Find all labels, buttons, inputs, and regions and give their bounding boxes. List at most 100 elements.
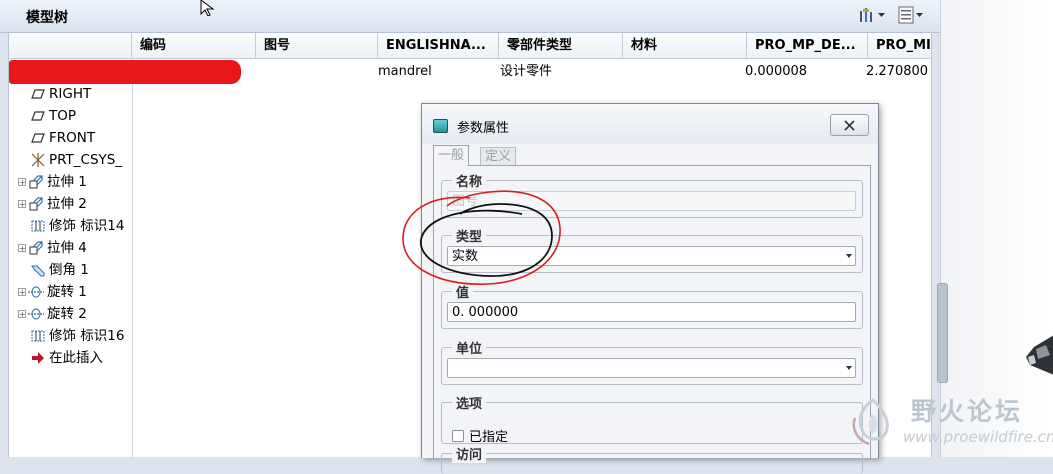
group-label-value: 值: [452, 282, 474, 301]
revolve-icon: [28, 284, 44, 300]
tab-general[interactable]: 一般: [433, 145, 470, 166]
name-field: 图号: [447, 191, 856, 211]
tree-item-right[interactable]: RIGHT: [9, 83, 134, 105]
group-label-unit: 单位: [452, 338, 487, 357]
insert-arrow-icon: [30, 350, 46, 366]
tree-item-csys[interactable]: PRT_CSYS_: [9, 149, 134, 171]
tree-item-label: 旋转 2: [47, 306, 87, 322]
checkbox-label: 已指定: [469, 430, 509, 445]
column-header-englishname[interactable]: ENGLISHNA...: [378, 33, 499, 58]
tree-item-label: TOP: [49, 108, 77, 124]
tree-item-revolve-1[interactable]: + 旋转 1: [9, 281, 134, 303]
dropdown-arrow-icon: [846, 366, 852, 370]
graphics-window-edge: [940, 0, 1053, 457]
expand-icon[interactable]: +: [18, 178, 26, 187]
tree-item-cosmetic-16[interactable]: 修饰 标识16: [9, 325, 134, 347]
dropdown-arrow-icon: [846, 254, 852, 258]
chamfer-icon: [30, 262, 46, 278]
tree-item-label: 拉伸 1: [47, 174, 87, 190]
tab-definition[interactable]: 定义: [480, 147, 517, 166]
mouse-cursor-icon: [200, 0, 215, 16]
expand-icon[interactable]: +: [18, 310, 26, 319]
extrude-icon: [28, 240, 44, 256]
redaction-mark: [9, 60, 241, 84]
dialog-title: 参数属性: [457, 121, 510, 136]
group-value: 值 0. 000000: [441, 282, 863, 329]
tree-settings-button[interactable]: [858, 6, 885, 24]
tools-icon: [860, 8, 872, 22]
group-name: 名称 图号: [441, 171, 863, 218]
watermark-text: 野火论坛: [911, 397, 1024, 426]
tree-item-label: RIGHT: [49, 86, 92, 102]
tree-item-insert-here[interactable]: 在此插入: [9, 347, 134, 369]
column-header-code[interactable]: 编码: [132, 33, 256, 58]
tree-item-top[interactable]: TOP: [9, 105, 134, 127]
group-unit: 单位: [441, 338, 863, 385]
tree-item-label: 在此插入: [49, 350, 103, 366]
tree-item-revolve-2[interactable]: + 旋转 2: [9, 303, 134, 325]
group-options: 选项 已指定: [441, 393, 863, 445]
dialog-close-button[interactable]: [830, 114, 869, 136]
parameter-properties-dialog: 参数属性 一般 定义 名称 图号 类型 实数 值 0. 000000 单位 选项…: [421, 103, 879, 474]
group-label-access: 访问: [452, 444, 487, 463]
extrude-icon: [28, 174, 44, 190]
chevron-down-icon: [878, 12, 885, 17]
cosmetic-icon: [30, 328, 46, 344]
column-header-pro-mp-de[interactable]: PRO_MP_DE...: [747, 33, 868, 58]
column-header-row: 编码 图号 ENGLISHNA... 零部件类型 材料 PRO_MP_DE...…: [9, 33, 931, 59]
type-select-value: 实数: [452, 249, 479, 264]
tree-item-extrude-1[interactable]: + 拉伸 1: [9, 171, 134, 193]
tree-item-label: 旋转 1: [47, 284, 87, 300]
group-access: 访问: [441, 444, 863, 474]
datum-plane-icon: [30, 108, 46, 124]
column-header-material[interactable]: 材料: [623, 33, 747, 58]
show-menu-button[interactable]: [898, 6, 923, 24]
revolve-icon: [28, 306, 44, 322]
tree-item-label: 倒角 1: [49, 262, 89, 278]
list-icon: [898, 6, 914, 24]
tree-item-cosmetic-14[interactable]: 修饰 标识14: [9, 215, 134, 237]
group-label-type: 类型: [452, 226, 487, 245]
cosmetic-icon: [30, 218, 46, 234]
tree-item-label: 拉伸 4: [47, 240, 87, 256]
expand-icon[interactable]: +: [18, 244, 26, 253]
close-icon: [844, 119, 855, 131]
tree-item-label: PRT_CSYS_: [49, 152, 123, 168]
group-label-options: 选项: [452, 393, 487, 412]
group-type: 类型 实数: [441, 226, 863, 273]
model-tree-header: 模型树: [0, 0, 940, 33]
coordinate-system-icon: [30, 152, 46, 168]
column-header-part-type[interactable]: 零部件类型: [499, 33, 623, 58]
dialog-app-icon: [433, 119, 448, 133]
column-header-pro-mi[interactable]: PRO_MI: [868, 33, 931, 58]
checkbox-box[interactable]: [452, 429, 464, 442]
cell-pro-mi: 2.270800: [866, 64, 929, 79]
tree-item-extrude-2[interactable]: + 拉伸 2: [9, 193, 134, 215]
dialog-title-bar[interactable]: 参数属性: [422, 104, 878, 144]
tree-item-label: 拉伸 2: [47, 196, 87, 212]
datum-plane-icon: [30, 130, 46, 146]
tree-item-chamfer-1[interactable]: 倒角 1: [9, 259, 134, 281]
type-select[interactable]: 实数: [447, 246, 856, 266]
expand-icon[interactable]: +: [18, 200, 26, 209]
panel-title: 模型树: [26, 10, 68, 26]
tree-item-extrude-4[interactable]: + 拉伸 4: [9, 237, 134, 259]
extrude-icon: [28, 196, 44, 212]
column-header-drawing-no[interactable]: 图号: [256, 33, 378, 58]
unit-select[interactable]: [447, 358, 856, 378]
expand-icon[interactable]: +: [18, 288, 26, 297]
group-label-name: 名称: [452, 171, 487, 190]
column-header-tree[interactable]: [9, 33, 132, 58]
chevron-down-icon: [916, 12, 923, 17]
tree-item-front[interactable]: FRONT: [9, 127, 134, 149]
cell-englishname: mandrel: [378, 64, 432, 79]
vertical-scrollbar-thumb[interactable]: [937, 283, 948, 383]
flame-logo-icon: [852, 398, 889, 446]
cell-pro-mp-de: 0.000008: [745, 64, 808, 79]
cell-part-type: 设计零件: [500, 64, 553, 79]
value-input[interactable]: 0. 000000: [447, 302, 856, 322]
forum-watermark: 野火论坛 www.proewildfire.cn: [841, 392, 1053, 457]
specified-checkbox[interactable]: 已指定: [452, 426, 508, 445]
model-fragment-icon: [1026, 335, 1053, 375]
watermark-url: www.proewildfire.cn: [903, 428, 1053, 446]
